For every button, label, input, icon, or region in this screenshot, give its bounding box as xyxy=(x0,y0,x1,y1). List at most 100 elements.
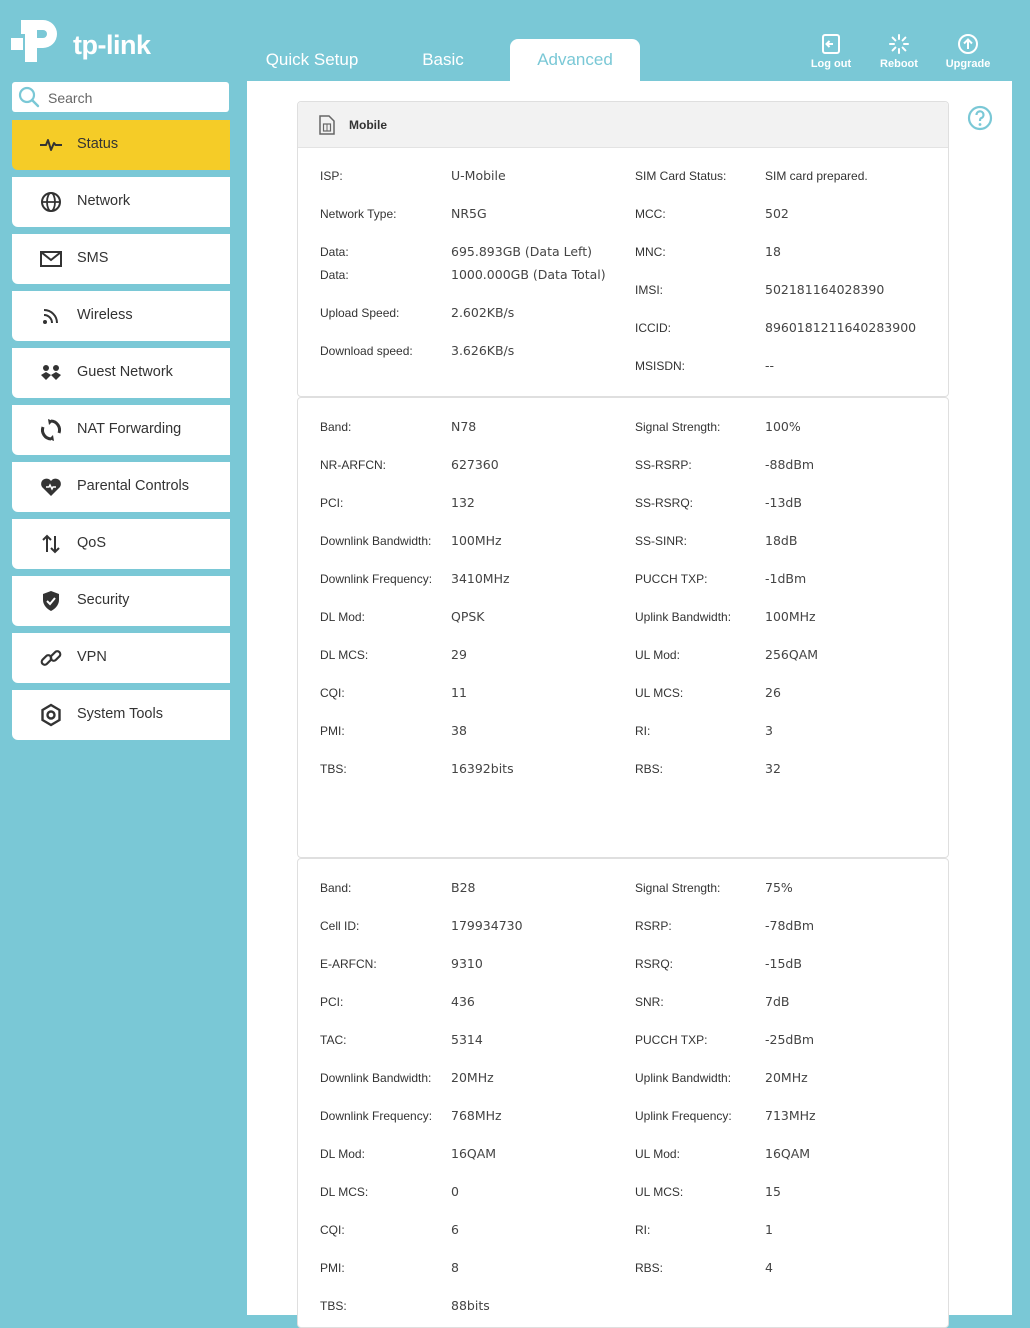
download-speed-label: Download speed: xyxy=(320,344,413,358)
isp-value: U-Mobile xyxy=(451,168,506,183)
sidebar-item-parental-controls[interactable]: Parental Controls xyxy=(12,462,230,512)
search-input[interactable] xyxy=(46,87,220,109)
sidebar-nav: Status Network SMS Wireless Guest Networ… xyxy=(12,120,230,747)
lte-dl-mcs-label: DL MCS: xyxy=(320,1185,369,1199)
mobile-card-title: Mobile xyxy=(349,118,387,132)
nr-ss-rsrp-value: -88dBm xyxy=(765,457,815,472)
nr-tbs-value: 16392bits xyxy=(451,761,514,776)
logout-button[interactable]: Log out xyxy=(801,33,861,70)
lte-earfcn-value: 9310 xyxy=(451,956,483,971)
lte-cqi-value: 6 xyxy=(451,1222,459,1237)
nr-arfcn-value: 627360 xyxy=(451,457,499,472)
lte-dl-mod-value: 16QAM xyxy=(451,1146,497,1161)
lte-ul-bandwidth-value: 20MHz xyxy=(765,1070,808,1085)
lte-ul-mcs-value: 15 xyxy=(765,1184,781,1199)
data-left-label: Data: xyxy=(320,245,349,259)
nr-tbs-label: TBS: xyxy=(320,762,347,776)
data-left-value: 695.893GB (Data Left) xyxy=(451,244,593,259)
data-total-label: Data: xyxy=(320,268,349,282)
sidebar-item-system-tools[interactable]: System Tools xyxy=(12,690,230,740)
msisdn-value: -- xyxy=(765,358,775,373)
nr-dl-mcs-value: 29 xyxy=(451,647,467,662)
mobile-card: Mobile ISP: U-Mobile Network Type: NR5G … xyxy=(297,101,949,397)
wifi-icon xyxy=(43,309,58,324)
sidebar-item-label: Parental Controls xyxy=(77,478,190,494)
imsi-value: 502181164028390 xyxy=(765,282,885,297)
reboot-button[interactable]: Reboot xyxy=(869,33,929,70)
lte-pucch-txp-value: -25dBm xyxy=(765,1032,815,1047)
nr-ul-bandwidth-value: 100MHz xyxy=(765,609,816,624)
globe-icon xyxy=(41,192,61,212)
sidebar-item-vpn[interactable]: VPN xyxy=(12,633,230,683)
sim-card-icon xyxy=(319,115,335,135)
nr-arfcn-label: NR-ARFCN: xyxy=(320,458,386,472)
nr-pucch-txp-label: PUCCH TXP: xyxy=(635,572,708,586)
sidebar-item-qos[interactable]: QoS xyxy=(12,519,230,569)
sidebar-item-label: Network xyxy=(77,193,131,209)
tab-advanced[interactable]: Advanced xyxy=(510,39,640,81)
network-type-label: Network Type: xyxy=(320,207,397,221)
nr-ul-mcs-label: UL MCS: xyxy=(635,686,684,700)
nr-dl-mcs-label: DL MCS: xyxy=(320,648,369,662)
search-box xyxy=(12,82,229,112)
sidebar-item-wireless[interactable]: Wireless xyxy=(12,291,230,341)
msisdn-label: MSISDN: xyxy=(635,359,686,373)
pulse-icon xyxy=(40,139,62,151)
lte-dl-bandwidth-value: 20MHz xyxy=(451,1070,494,1085)
nr-ss-sinr-value: 18dB xyxy=(765,533,798,548)
lte-cell-id-label: Cell ID: xyxy=(320,919,360,933)
sidebar-item-label: SMS xyxy=(77,250,109,266)
nr-ri-value: 3 xyxy=(765,723,773,738)
sidebar-item-label: Guest Network xyxy=(77,364,173,380)
nr-ss-rsrp-label: SS-RSRP: xyxy=(635,458,692,472)
upload-speed-label: Upload Speed: xyxy=(320,306,400,320)
reboot-label: Reboot xyxy=(880,58,918,70)
lte-dl-frequency-label: Downlink Frequency: xyxy=(320,1109,433,1123)
upgrade-label: Upgrade xyxy=(945,58,991,70)
nr-ul-mcs-value: 26 xyxy=(765,685,781,700)
nr-rbs-value: 32 xyxy=(765,761,781,776)
sidebar-item-status[interactable]: Status xyxy=(12,120,230,170)
upload-speed-value: 2.602KB/s xyxy=(451,305,515,320)
mcc-value: 502 xyxy=(765,206,789,221)
lte-pci-label: PCI: xyxy=(320,995,344,1009)
sidebar-item-security[interactable]: Security xyxy=(12,576,230,626)
lte-pci-value: 436 xyxy=(451,994,475,1009)
tab-basic[interactable]: Basic xyxy=(378,39,508,81)
qos-arrows-icon xyxy=(42,534,60,554)
nr-rbs-label: RBS: xyxy=(635,762,664,776)
lte-tac-value: 5314 xyxy=(451,1032,483,1047)
shield-icon xyxy=(43,591,59,611)
search-icon xyxy=(18,86,40,108)
tab-quick-setup[interactable]: Quick Setup xyxy=(247,39,377,81)
upgrade-button[interactable]: Upgrade xyxy=(938,33,998,70)
help-icon[interactable] xyxy=(967,105,993,131)
lte-cell-card: Band: B28 Cell ID: 179934730 E-ARFCN: 93… xyxy=(297,858,949,1328)
nr-cqi-value: 11 xyxy=(451,685,467,700)
lte-rbs-value: 4 xyxy=(765,1260,773,1275)
logout-label: Log out xyxy=(810,58,852,70)
sidebar-item-nat-forwarding[interactable]: NAT Forwarding xyxy=(12,405,230,455)
nr-pmi-value: 38 xyxy=(451,723,467,738)
sidebar-item-label: Wireless xyxy=(77,307,133,323)
nr-ul-mod-label: UL Mod: xyxy=(635,648,680,662)
sidebar-item-sms[interactable]: SMS xyxy=(12,234,230,284)
lte-ul-mod-label: UL Mod: xyxy=(635,1147,680,1161)
iccid-value: 8960181211640283900 xyxy=(765,320,917,335)
nr-pci-value: 132 xyxy=(451,495,475,510)
lte-ul-bandwidth-label: Uplink Bandwidth: xyxy=(635,1071,732,1085)
nr-signal-strength-value: 100% xyxy=(765,419,801,434)
nr-dl-bandwidth-value: 100MHz xyxy=(451,533,502,548)
nr-ul-mod-value: 256QAM xyxy=(765,647,819,662)
lte-tbs-value: 88bits xyxy=(451,1298,490,1313)
sim-status-label: SIM Card Status: xyxy=(635,169,727,183)
mnc-label: MNC: xyxy=(635,245,666,259)
tp-link-logo: tp-link xyxy=(11,12,151,64)
nr-signal-strength-label: Signal Strength: xyxy=(635,420,721,434)
lte-pmi-value: 8 xyxy=(451,1260,459,1275)
lte-ul-mcs-label: UL MCS: xyxy=(635,1185,684,1199)
gear-icon xyxy=(41,703,61,727)
sidebar-item-network[interactable]: Network xyxy=(12,177,230,227)
tp-link-logo-mark xyxy=(11,20,57,62)
sidebar-item-guest-network[interactable]: Guest Network xyxy=(12,348,230,398)
